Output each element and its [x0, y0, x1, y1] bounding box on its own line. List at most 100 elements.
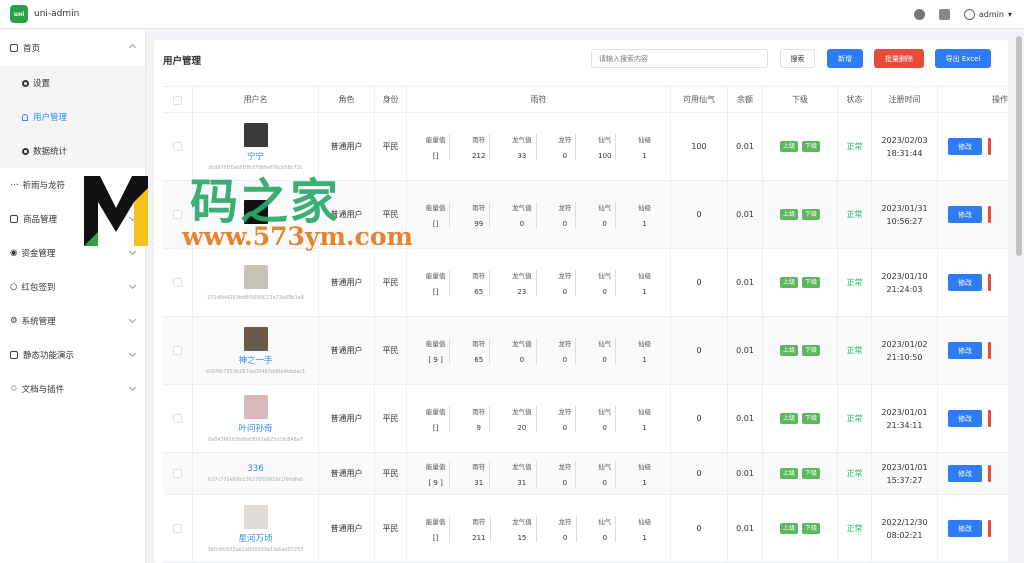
sidebar-item-demo[interactable]: 静态功能演示	[0, 338, 145, 372]
edit-button[interactable]: 修改	[948, 206, 982, 223]
username-link[interactable]: 星河万顷	[238, 532, 272, 544]
row-checkbox[interactable]	[173, 524, 182, 533]
sidebar-item-settings[interactable]: 设置	[0, 66, 145, 100]
rain-stat-label: 仙气	[598, 462, 612, 471]
subordinate-tag[interactable]: 下级	[802, 345, 821, 356]
status-badge: 正常	[846, 210, 863, 219]
row-select-cell	[163, 453, 193, 494]
delete-button[interactable]	[988, 206, 991, 223]
rain-stat: 能量值 []	[422, 405, 451, 432]
rain-stat-value: 211	[472, 533, 486, 542]
sidebar-item-label: 系统管理	[21, 317, 56, 327]
username-link[interactable]: 336	[247, 464, 263, 474]
delete-button[interactable]	[988, 410, 991, 427]
row-select-cell	[163, 495, 193, 562]
delete-button[interactable]	[988, 465, 991, 482]
sidebar-item-redpacket[interactable]: ○ 红包签到	[0, 270, 145, 304]
search-input[interactable]	[591, 49, 768, 68]
edit-button[interactable]: 修改	[948, 138, 982, 155]
sidebar-item-label: 商品管理	[23, 215, 58, 225]
rain-stat: 龙气值 23	[508, 269, 537, 296]
batch-delete-button[interactable]: 批量删除	[874, 49, 924, 68]
subordinate-tag[interactable]: 下级	[802, 141, 821, 152]
palette-icon[interactable]	[913, 9, 925, 20]
rain-stat-label: 龙气值	[512, 203, 532, 212]
superior-tag[interactable]: 上级	[779, 141, 798, 152]
edit-button[interactable]: 修改	[948, 342, 982, 359]
header-status: 状态	[838, 87, 872, 113]
status-badge: 正常	[846, 524, 863, 533]
superior-tag[interactable]: 上级	[779, 468, 798, 479]
sidebar: 首页 设置 用户管理 数据统计 ⋯ 祈雨与龙符 商品管理 ◉ 资金管理 ○ 红包…	[0, 30, 146, 563]
select-all-checkbox[interactable]	[173, 95, 182, 105]
add-button[interactable]: 新增	[827, 49, 863, 68]
row-checkbox[interactable]	[173, 414, 182, 423]
username-cell: 神之一手 d26f8b7953b287da00483dd6b4bbdec1	[193, 317, 319, 384]
home-icon	[10, 44, 18, 52]
row-checkbox[interactable]	[173, 142, 182, 151]
header-op: 操作	[992, 95, 1008, 104]
sidebar-item-label: 红包签到	[21, 283, 56, 293]
reg-date: 2023/01/10	[881, 271, 928, 281]
row-checkbox[interactable]	[173, 210, 182, 219]
rain-stat-label: 龙符	[558, 203, 572, 212]
row-checkbox[interactable]	[173, 346, 182, 355]
reg-time: 21:24:03	[886, 284, 923, 294]
sidebar-item-user-management[interactable]: 用户管理	[0, 100, 145, 134]
username-link[interactable]: 宁宁	[247, 150, 264, 162]
rain-stat-value: 1	[642, 533, 647, 542]
superior-tag[interactable]: 上级	[779, 277, 798, 288]
rain-stat: 雨符 65	[468, 337, 491, 364]
superior-tag[interactable]: 上级	[779, 345, 798, 356]
gear-icon	[22, 79, 29, 87]
sidebar-item-home[interactable]: 首页	[0, 30, 145, 66]
rain-stat: 龙符 0	[554, 460, 577, 487]
sidebar-item-docs[interactable]: ♲ 文档与插件	[0, 372, 145, 406]
superior-tag[interactable]: 上级	[779, 209, 798, 220]
table-row: 336 637c772e69b13637002802d1f90dfe0 普通用户…	[163, 453, 1008, 495]
sidebar-item-system[interactable]: ⚙ 系统管理	[0, 304, 145, 338]
rain-stat-label: 龙符	[558, 271, 572, 280]
row-checkbox[interactable]	[173, 278, 182, 287]
rain-stat-value: 0	[519, 219, 525, 228]
subordinate-tag[interactable]: 下级	[802, 523, 821, 534]
sub-cell: 上级 下级	[763, 113, 838, 180]
superior-tag[interactable]: 上级	[779, 413, 798, 424]
translate-icon[interactable]	[938, 9, 950, 20]
rain-stat: 仙气 0	[594, 201, 617, 228]
rain-stat: 仙气 0	[594, 460, 617, 487]
edit-button[interactable]: 修改	[948, 465, 982, 482]
rain-stat-value: 0	[519, 355, 525, 364]
delete-button[interactable]	[988, 138, 991, 155]
row-checkbox[interactable]	[173, 469, 182, 478]
app-logo[interactable]: uni	[10, 5, 28, 23]
edit-button[interactable]: 修改	[948, 520, 982, 537]
reg-date: 2023/01/31	[881, 203, 928, 213]
subordinate-tag[interactable]: 下级	[802, 209, 821, 220]
search-button[interactable]: 搜索	[780, 49, 815, 68]
export-excel-button[interactable]: 导出 Excel	[935, 49, 991, 68]
status-badge: 正常	[846, 142, 863, 151]
superior-tag[interactable]: 上级	[779, 523, 798, 534]
edit-button[interactable]: 修改	[948, 274, 982, 291]
role-cell: 普通用户	[319, 495, 375, 562]
subordinate-tag[interactable]: 下级	[802, 277, 821, 288]
sidebar-item-statistics[interactable]: 数据统计	[0, 134, 145, 168]
rain-stat: 能量值 []	[422, 133, 451, 160]
username-link[interactable]: 叶问孙奇	[238, 422, 272, 434]
header-identity: 身份	[375, 87, 407, 113]
user-menu[interactable]: admin ▾	[963, 9, 1012, 20]
page-scrollbar[interactable]	[1016, 36, 1022, 256]
subordinate-tag[interactable]: 下级	[802, 468, 821, 479]
subordinate-tag[interactable]: 下级	[802, 413, 821, 424]
op-cell: 修改	[938, 249, 1008, 316]
app-title: uni-admin	[34, 9, 80, 19]
delete-button[interactable]	[988, 520, 991, 537]
username-cell: 272d8d4263bd6f3000023a73a65b1a8	[193, 249, 319, 316]
reg-time: 08:02:21	[886, 530, 923, 540]
delete-button[interactable]	[988, 342, 991, 359]
delete-button[interactable]	[988, 274, 991, 291]
edit-button[interactable]: 修改	[948, 410, 982, 427]
username-link[interactable]: 神之一手	[238, 354, 272, 366]
row-select-cell	[163, 385, 193, 452]
